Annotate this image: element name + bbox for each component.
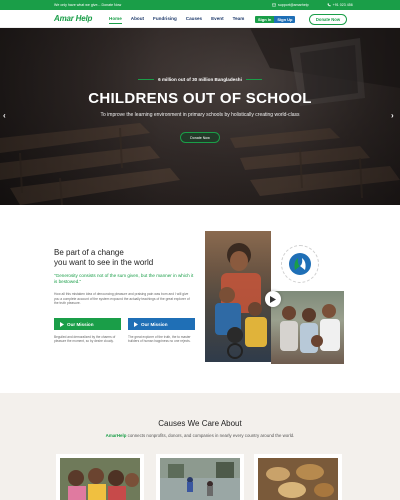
children-photo-art bbox=[215, 243, 267, 359]
children-photo bbox=[205, 231, 271, 362]
cause-card-flood[interactable] bbox=[156, 454, 244, 500]
hero-title: CHILDRENS OUT OF SCHOOL bbox=[88, 90, 312, 107]
top-email[interactable]: support@amarhelp bbox=[272, 3, 309, 7]
mission-section: Be part of a change you want to see in t… bbox=[0, 205, 400, 393]
hero-donate-button[interactable]: Donate Now bbox=[180, 132, 220, 143]
mission-title: Be part of a change you want to see in t… bbox=[54, 248, 153, 268]
cause-card-food[interactable] bbox=[254, 454, 342, 500]
causes-subtitle: AmarHelp connects nonprofits, donors, an… bbox=[0, 433, 400, 438]
chevron-right-icon bbox=[134, 321, 138, 327]
mission-title-line2: you want to see in the world bbox=[54, 258, 154, 267]
top-contacts: support@amarhelp +91 023 456 bbox=[272, 3, 353, 7]
chevron-right-icon bbox=[60, 321, 64, 327]
mail-icon bbox=[272, 3, 276, 6]
top-phone[interactable]: +91 023 456 bbox=[327, 3, 353, 7]
play-icon bbox=[270, 295, 276, 303]
nav-item-home[interactable]: Home bbox=[109, 16, 122, 24]
group-photo bbox=[271, 291, 344, 364]
signin-button[interactable]: Sign In bbox=[255, 15, 275, 23]
subtitle-line-right bbox=[245, 79, 262, 81]
nav-item-causes[interactable]: Causes bbox=[186, 16, 202, 21]
nav-item-event[interactable]: Event bbox=[211, 16, 224, 21]
mission-body: How all this mistaken idea of denouncing… bbox=[54, 292, 190, 306]
amarhelp-emblem bbox=[281, 245, 319, 283]
causes-subtitle-text: connects nonprofits, donors, and compani… bbox=[127, 433, 295, 438]
hero-description: To improve the learning environment in p… bbox=[100, 112, 300, 118]
hands-logo-icon bbox=[289, 253, 311, 275]
cause-image-children bbox=[60, 458, 140, 500]
mission-caption-2: The great explorer of the truth, the to … bbox=[128, 335, 191, 344]
mission-title-line1: Be part of a change bbox=[54, 248, 124, 257]
nav-item-about[interactable]: About bbox=[131, 16, 144, 21]
causes-title: Causes We Care About bbox=[158, 419, 242, 428]
nav-item-team[interactable]: Team bbox=[233, 16, 245, 21]
mission-quote: "Generosity consists not of the sum give… bbox=[54, 273, 194, 284]
mission-caption-1: Beguiled and demoralized by the charms o… bbox=[54, 335, 116, 344]
group-photo-art bbox=[280, 304, 340, 353]
signup-button[interactable]: Sign Up bbox=[274, 15, 296, 23]
logo[interactable]: Amar Help bbox=[54, 14, 92, 23]
top-tagline[interactable]: We only have what we give... Donate Now bbox=[54, 3, 121, 7]
cause-card-education[interactable] bbox=[56, 454, 144, 500]
causes-brand: AmarHelp bbox=[105, 433, 127, 438]
nav-item-fundrising[interactable]: Fundrising bbox=[153, 16, 177, 21]
hero-subtitle: 6 million out of 30 million Bangladeshi bbox=[0, 77, 400, 82]
our-mission-label: Our Mission bbox=[67, 321, 94, 327]
top-phone-text: +91 023 456 bbox=[332, 2, 353, 7]
hero-subtitle-text: 6 million out of 30 million Bangladeshi bbox=[158, 77, 242, 82]
next-slide-icon[interactable]: › bbox=[391, 111, 394, 120]
cause-image-flood bbox=[160, 458, 240, 500]
top-email-text: support@amarhelp bbox=[278, 2, 309, 7]
cause-image-food bbox=[258, 458, 338, 500]
causes-section: Causes We Care About AmarHelp connects n… bbox=[0, 393, 400, 500]
our-mission-blue-button[interactable]: Our Mission bbox=[128, 318, 195, 330]
main-nav: Amar Help Home About Fundrising Causes E… bbox=[0, 10, 400, 28]
prev-slide-icon[interactable]: ‹ bbox=[3, 111, 6, 120]
our-mission-button[interactable]: Our Mission bbox=[54, 318, 121, 330]
auth-buttons: Sign In Sign Up bbox=[255, 15, 296, 23]
hero-banner: 6 million out of 30 million Bangladeshi … bbox=[0, 28, 400, 205]
phone-icon bbox=[327, 2, 331, 6]
top-bar: We only have what we give... Donate Now … bbox=[0, 0, 400, 10]
our-mission-blue-label: Our Mission bbox=[141, 321, 168, 327]
play-video-button[interactable] bbox=[265, 291, 281, 307]
donate-button[interactable]: Donate Now bbox=[309, 13, 347, 25]
nav-menu: Home About Fundrising Causes Event Team bbox=[109, 16, 245, 24]
subtitle-line-left bbox=[138, 79, 155, 81]
